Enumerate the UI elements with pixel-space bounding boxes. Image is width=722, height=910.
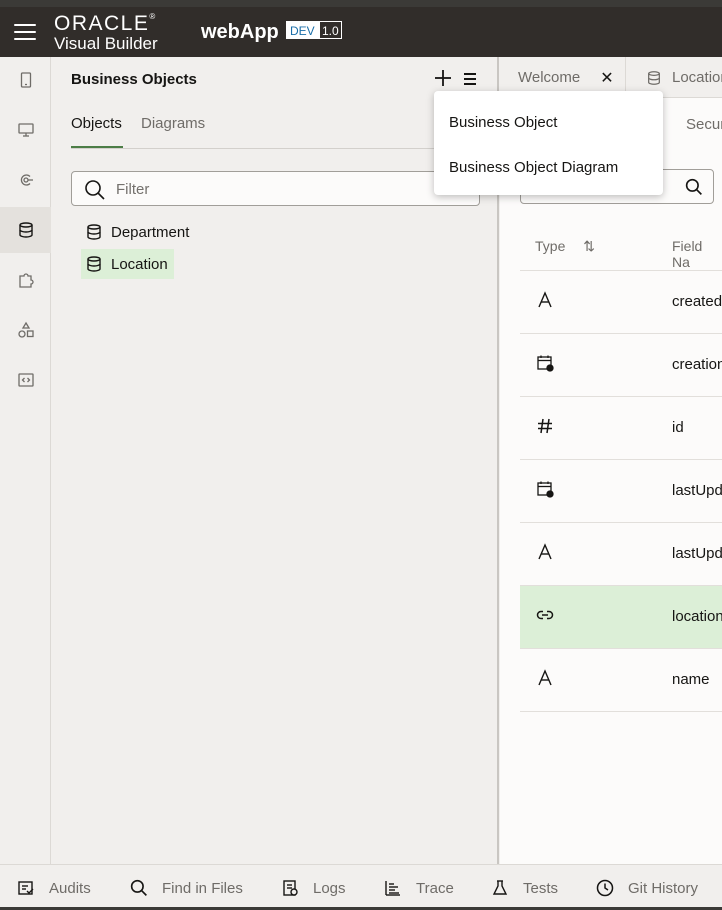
field-name: lastUpd — [672, 545, 722, 562]
window-top-strip — [0, 0, 722, 7]
table-row[interactable]: name — [520, 649, 722, 712]
sort-icon[interactable]: ⇅ — [583, 238, 595, 254]
app-header: ORACLE® Visual Builder webApp DEV 1.0 — [0, 7, 722, 57]
plus-icon — [435, 70, 451, 86]
column-header-label: Type — [535, 238, 566, 254]
add-business-object-button[interactable] — [432, 68, 454, 90]
filter-field[interactable] — [71, 171, 480, 206]
rail-components[interactable] — [0, 257, 51, 303]
audits-icon — [18, 881, 34, 895]
database-icon — [87, 256, 101, 272]
field-name: id — [672, 419, 684, 436]
object-item-location[interactable]: Location — [81, 249, 174, 279]
footer-label: Git History — [628, 879, 699, 897]
filter-input[interactable] — [116, 178, 416, 200]
footer-label: Logs — [313, 879, 346, 897]
field-name: created — [672, 293, 722, 310]
mobile-icon — [20, 72, 31, 88]
database-icon — [648, 70, 660, 85]
service-connections-icon — [20, 174, 33, 186]
source-code-icon — [17, 373, 34, 387]
version-badge: 1.0 — [319, 21, 342, 39]
tab-label: Location — [672, 69, 722, 86]
tab-label: Welcome — [518, 69, 581, 86]
app-name: webApp — [201, 21, 279, 43]
text-type-icon — [536, 291, 556, 313]
table-row[interactable]: created — [520, 271, 722, 334]
subtab-security[interactable]: Secur — [686, 116, 722, 133]
footer-label: Trace — [416, 879, 454, 897]
tab-objects[interactable]: Objects — [71, 115, 123, 148]
add-menu-popup: Business Object Business Object Diagram — [434, 91, 663, 195]
table-row[interactable]: creation — [520, 334, 722, 397]
search-icon — [85, 180, 105, 200]
number-type-icon — [536, 417, 556, 439]
table-row[interactable]: lastUpd — [520, 460, 722, 523]
logo-product-text: Visual Builder — [54, 34, 158, 53]
object-label: Department — [111, 223, 190, 241]
object-label: Location — [111, 255, 168, 273]
navigation-rail — [0, 57, 51, 864]
rail-service-connections[interactable] — [0, 157, 51, 203]
logo-oracle-text: ORACLE — [54, 12, 150, 35]
table-row-selected[interactable]: location — [520, 586, 722, 649]
search-icon — [685, 178, 702, 195]
column-header-type[interactable]: Type ⇅ — [535, 238, 595, 255]
panel-tabs: Objects Diagrams — [71, 115, 479, 149]
footer-label: Tests — [523, 879, 559, 897]
close-icon[interactable]: ✕ — [600, 68, 613, 88]
clock-icon — [596, 879, 614, 897]
database-icon — [87, 224, 101, 240]
object-item-department[interactable]: Department — [81, 217, 195, 247]
column-header-field-name[interactable]: Field Na — [672, 238, 722, 270]
panel-menu-button[interactable] — [461, 70, 479, 88]
search-icon — [130, 879, 147, 896]
footer-toolbar: Audits Find in Files Logs Trace Tests Gi… — [0, 864, 722, 910]
desktop-icon — [17, 123, 34, 137]
logs-icon — [283, 880, 298, 896]
footer-label: Find in Files — [162, 879, 243, 897]
footer-git-history[interactable]: Git History — [596, 865, 698, 910]
menu-item-business-object[interactable]: Business Object — [449, 114, 557, 131]
footer-logs[interactable]: Logs — [281, 865, 346, 910]
field-name: name — [672, 671, 710, 688]
menu-item-business-object-diagram[interactable]: Business Object Diagram — [449, 159, 618, 176]
text-type-icon — [536, 543, 556, 565]
database-icon — [18, 222, 33, 238]
business-objects-panel: Business Objects Objects Diagrams Depart… — [51, 57, 499, 864]
puzzle-icon — [18, 273, 34, 288]
table-row[interactable]: id — [520, 397, 722, 460]
footer-trace[interactable]: Trace — [384, 865, 454, 910]
field-name: creation — [672, 356, 722, 373]
footer-find-in-files[interactable]: Find in Files — [130, 865, 243, 910]
rail-themes[interactable] — [0, 307, 51, 353]
text-type-icon — [536, 669, 556, 691]
trace-icon — [385, 881, 400, 896]
env-badge: DEV — [286, 21, 319, 39]
link-icon — [536, 606, 556, 628]
table-row[interactable]: lastUpd — [520, 523, 722, 586]
rail-mobile-apps[interactable] — [0, 57, 51, 103]
flask-icon — [492, 880, 508, 895]
footer-label: Audits — [49, 879, 91, 897]
calendar-icon — [536, 354, 556, 376]
field-name: lastUpd — [672, 482, 722, 499]
field-name: location — [672, 608, 722, 625]
rail-source[interactable] — [0, 357, 51, 403]
components-icon — [17, 321, 34, 338]
oracle-logo: ORACLE® Visual Builder — [54, 12, 158, 53]
rail-business-objects[interactable] — [0, 207, 51, 253]
panel-title: Business Objects — [71, 71, 197, 88]
footer-tests[interactable]: Tests — [491, 865, 558, 910]
tab-diagrams[interactable]: Diagrams — [141, 115, 205, 148]
hamburger-menu-icon[interactable] — [14, 24, 36, 40]
rail-web-apps[interactable] — [0, 107, 51, 153]
calendar-icon — [536, 480, 556, 502]
footer-audits[interactable]: Audits — [17, 865, 91, 910]
